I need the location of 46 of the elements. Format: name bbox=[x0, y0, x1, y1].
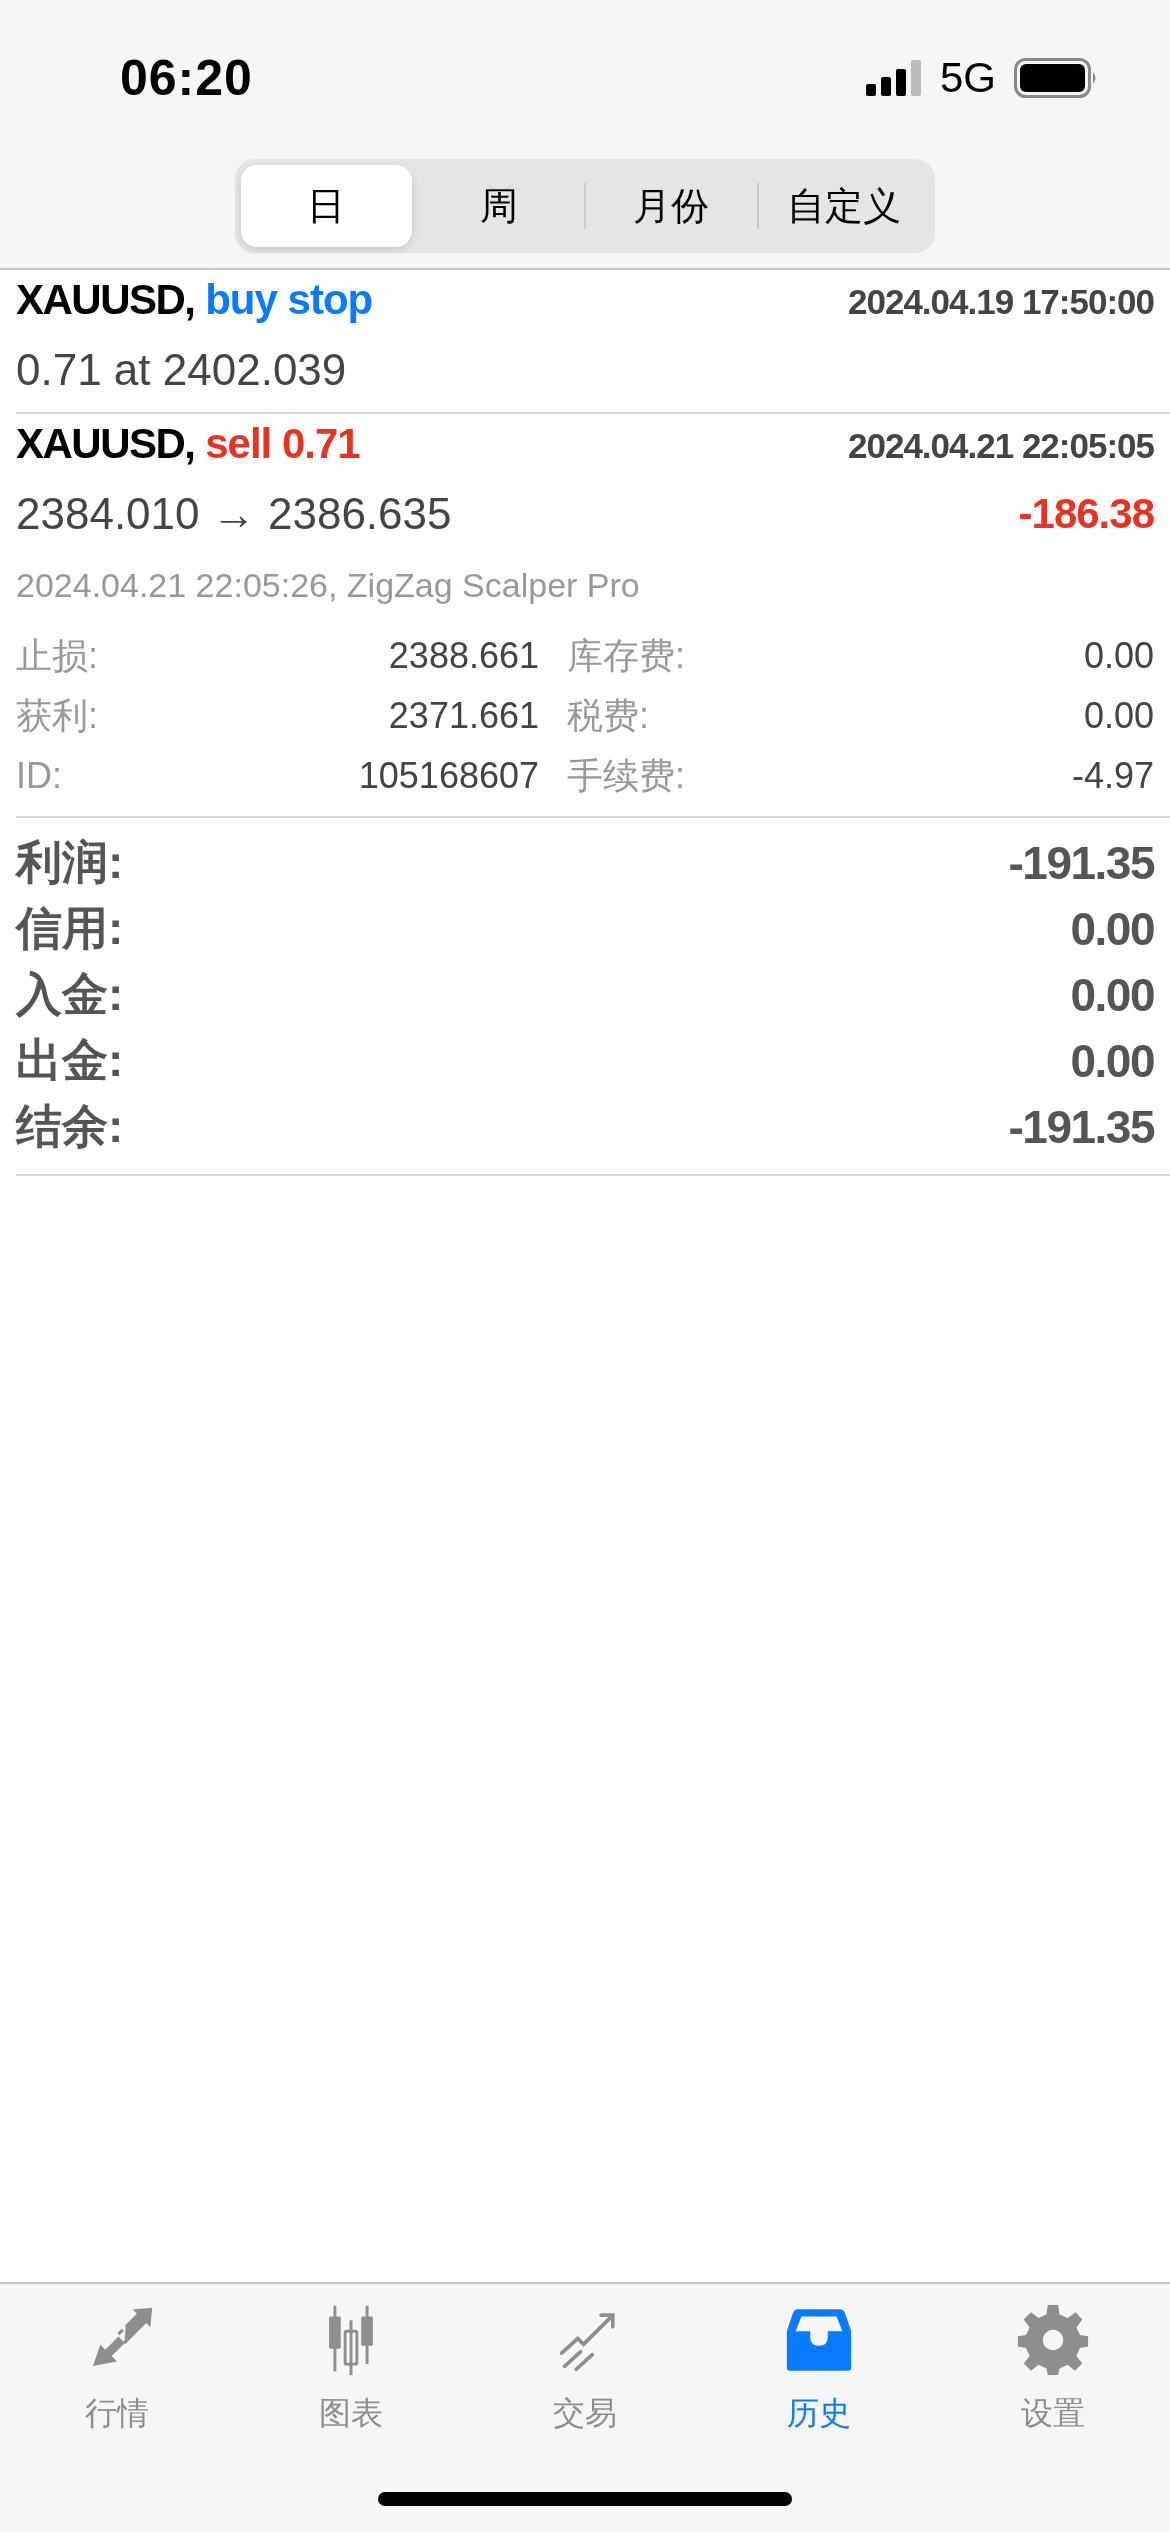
field-label: ID: bbox=[16, 754, 63, 798]
summary-value: -191.35 bbox=[1008, 836, 1154, 890]
tab-button[interactable]: 图表 bbox=[234, 2302, 468, 2436]
order-time: 2024.04.21 22:05:05 bbox=[848, 426, 1154, 466]
segment-tab[interactable]: 日 bbox=[241, 165, 412, 247]
clock-time: 06:20 bbox=[120, 48, 253, 107]
field-label: 获利: bbox=[16, 694, 98, 738]
order-time: 2024.04.19 17:50:00 bbox=[848, 282, 1154, 322]
field-value: 105168607 bbox=[357, 754, 540, 798]
tab-button[interactable]: 交易 bbox=[468, 2302, 702, 2436]
field-label: 止损: bbox=[16, 634, 98, 678]
summary-label: 利润: bbox=[16, 835, 124, 890]
price-text: 0.71 at 2402.039 bbox=[16, 345, 347, 395]
battery-icon bbox=[1014, 57, 1098, 98]
segment-tab[interactable]: 周 bbox=[413, 165, 584, 247]
signal-icon bbox=[865, 59, 922, 96]
field-value: 2388.661 bbox=[387, 634, 540, 678]
symbol-label: XAUUSD, bbox=[16, 276, 195, 324]
segment-tab[interactable]: 自定义 bbox=[758, 165, 929, 247]
field-label: 手续费: bbox=[567, 754, 685, 798]
segment-tab[interactable]: 月份 bbox=[586, 165, 757, 247]
settings-icon bbox=[1015, 2302, 1091, 2378]
order-comment: 2024.04.21 22:05:26, ZigZag Scalper Pro bbox=[16, 566, 641, 606]
tab-button[interactable]: 行情 bbox=[0, 2302, 234, 2436]
price-text: 2384.010 → 2386.635 bbox=[16, 489, 452, 539]
field-label: 税费: bbox=[567, 694, 650, 738]
summary-label: 信用: bbox=[16, 901, 124, 956]
tab-button[interactable]: 设置 bbox=[936, 2302, 1170, 2436]
summary-label: 出金: bbox=[16, 1033, 124, 1088]
summary-value: 0.00 bbox=[1070, 1034, 1154, 1088]
tab-button[interactable]: 历史 bbox=[702, 2302, 936, 2436]
order-type: sell 0.71 bbox=[204, 420, 360, 468]
field-value: -4.97 bbox=[1070, 754, 1154, 798]
summary-value: 0.00 bbox=[1070, 902, 1154, 956]
summary-value: -191.35 bbox=[1008, 1100, 1154, 1154]
summary-label: 入金: bbox=[16, 967, 124, 1022]
field-value: 2371.661 bbox=[387, 694, 540, 738]
symbol-label: XAUUSD, bbox=[16, 420, 195, 468]
field-label: 库存费: bbox=[567, 634, 685, 678]
field-value: 0.00 bbox=[1082, 634, 1154, 678]
summary-label: 结余: bbox=[16, 1099, 124, 1154]
profit-value: -186.38 bbox=[1018, 490, 1154, 538]
field-value: 0.00 bbox=[1082, 694, 1154, 738]
network-label: 5G bbox=[939, 53, 996, 102]
order-type: buy stop bbox=[204, 276, 373, 324]
summary-value: 0.00 bbox=[1070, 968, 1154, 1022]
